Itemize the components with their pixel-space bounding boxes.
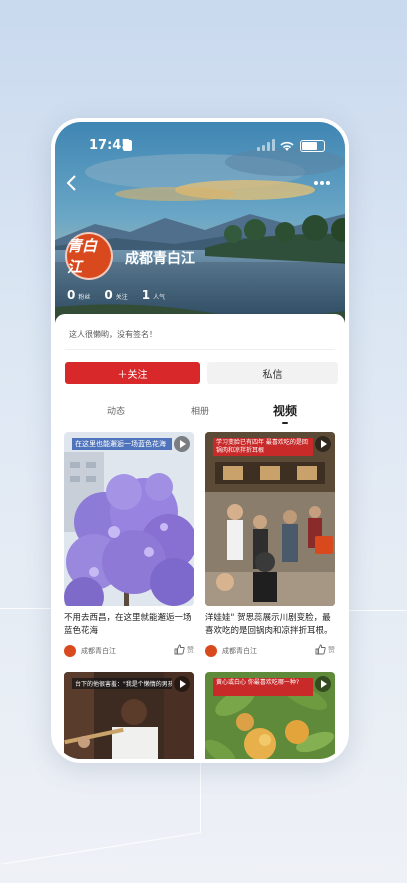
tab-album[interactable]: 相册	[191, 404, 209, 417]
profile-signature: 这人很懒哟，没有签名！	[69, 330, 157, 339]
video-thumbnail[interactable]: 学习变脸已有四年 最喜欢吃的是回锅肉和凉拌折耳根	[205, 432, 335, 606]
phone-frame: 17:45 青白江 成都青白江 0 粉丝 0 关注 1 人气 这人很懒哟，没有签…	[51, 118, 349, 763]
decor-line-left	[0, 608, 52, 609]
tab-label: 视频	[273, 404, 298, 418]
signal-icon	[257, 139, 275, 151]
author-name[interactable]: 成都青白江	[222, 646, 257, 656]
lock-icon	[123, 140, 132, 151]
thumbs-up-icon	[174, 644, 185, 655]
more-options-icon[interactable]	[313, 174, 331, 190]
video-caption: 在这里也能邂逅一场蓝色花海	[72, 438, 172, 450]
video-caption: 黄心或白心 你最喜欢吃哪一种?	[213, 678, 313, 696]
thumbs-up-icon	[315, 644, 326, 655]
play-icon[interactable]	[315, 676, 331, 692]
video-thumbnail[interactable]: 在这里也能邂逅一场蓝色花海	[64, 432, 194, 606]
video-thumbnail[interactable]: 台下的他很害羞："我是个懒惰的男孩子"	[64, 672, 194, 759]
play-icon[interactable]	[174, 436, 190, 452]
video-card[interactable]: 在这里也能邂逅一场蓝色花海 不用去西昌，在这里就能邂逅一场蓝色花海 成都青白江 …	[64, 432, 194, 658]
stat-following[interactable]: 0 关注	[104, 288, 127, 302]
stat-popularity: 1 人气	[142, 288, 165, 302]
decor-line-bottom	[2, 832, 202, 865]
tab-label: 相册	[191, 407, 210, 417]
profile-cover: 17:45 青白江 成都青白江 0 粉丝 0 关注 1 人气	[55, 122, 345, 332]
video-meta: 成都青白江 赞	[64, 644, 194, 658]
video-title: 洋娃娃" 贺思蕊展示川剧变脸，最喜欢吃的是回锅肉和凉拌折耳根。	[205, 613, 333, 636]
stat-label: 粉丝	[78, 294, 91, 301]
video-card[interactable]: 学习变脸已有四年 最喜欢吃的是回锅肉和凉拌折耳根 洋娃娃" 贺思蕊展示川剧变脸，…	[205, 432, 335, 658]
play-icon[interactable]	[174, 676, 190, 692]
message-button[interactable]: 私信	[207, 362, 338, 384]
stat-value: 0	[67, 288, 76, 302]
author-name[interactable]: 成都青白江	[81, 646, 116, 656]
profile-tabs: 动态 相册 视频	[55, 402, 345, 426]
play-icon[interactable]	[315, 436, 331, 452]
stat-value: 0	[104, 288, 113, 302]
follow-button[interactable]: ＋关注	[65, 362, 200, 384]
stat-value: 1	[141, 288, 151, 302]
decor-line-right	[348, 610, 407, 611]
face-changing-performance-image	[205, 432, 335, 606]
video-title: 不用去西昌，在这里就能邂逅一场蓝色花海	[64, 613, 192, 636]
wifi-icon	[279, 140, 295, 156]
status-bar: 17:45	[55, 136, 345, 156]
video-meta: 成都青白江 赞	[205, 644, 335, 658]
back-arrow-icon[interactable]	[65, 174, 77, 196]
tab-label: 动态	[107, 407, 126, 417]
jacaranda-tree-image	[64, 432, 194, 606]
video-caption: 台下的他很害羞："我是个懒惰的男孩子"	[72, 678, 172, 689]
stat-label: 人气	[153, 294, 166, 301]
video-card[interactable]: 台下的他很害羞："我是个懒惰的男孩子"	[64, 672, 194, 759]
stat-label: 关注	[115, 294, 128, 301]
tab-videos[interactable]: 视频	[273, 402, 297, 424]
decor-line-vertical	[200, 762, 201, 832]
profile-avatar[interactable]: 青白江	[65, 232, 113, 280]
like-label: 赞	[187, 645, 194, 654]
stat-fans[interactable]: 0 粉丝	[67, 288, 90, 302]
profile-stats: 0 粉丝 0 关注 1 人气	[67, 288, 165, 302]
video-card[interactable]: 黄心或白心 你最喜欢吃哪一种?	[205, 672, 335, 759]
profile-panel: 这人很懒哟，没有签名！ ＋关注 私信 动态 相册 视频 在这里也能邂逅一场蓝色花…	[55, 314, 345, 759]
author-avatar[interactable]	[205, 645, 217, 657]
active-tab-indicator	[282, 422, 288, 424]
avatar-logo-text: 青白江	[67, 237, 98, 276]
tab-posts[interactable]: 动态	[107, 404, 125, 417]
like-button[interactable]: 赞	[315, 644, 335, 655]
battery-icon	[300, 140, 325, 152]
like-label: 赞	[328, 645, 335, 654]
divider	[65, 349, 335, 350]
profile-name: 成都青白江	[125, 251, 195, 267]
like-button[interactable]: 赞	[174, 644, 194, 655]
author-avatar[interactable]	[64, 645, 76, 657]
video-caption: 学习变脸已有四年 最喜欢吃的是回锅肉和凉拌折耳根	[213, 438, 313, 456]
video-thumbnail[interactable]: 黄心或白心 你最喜欢吃哪一种?	[205, 672, 335, 759]
